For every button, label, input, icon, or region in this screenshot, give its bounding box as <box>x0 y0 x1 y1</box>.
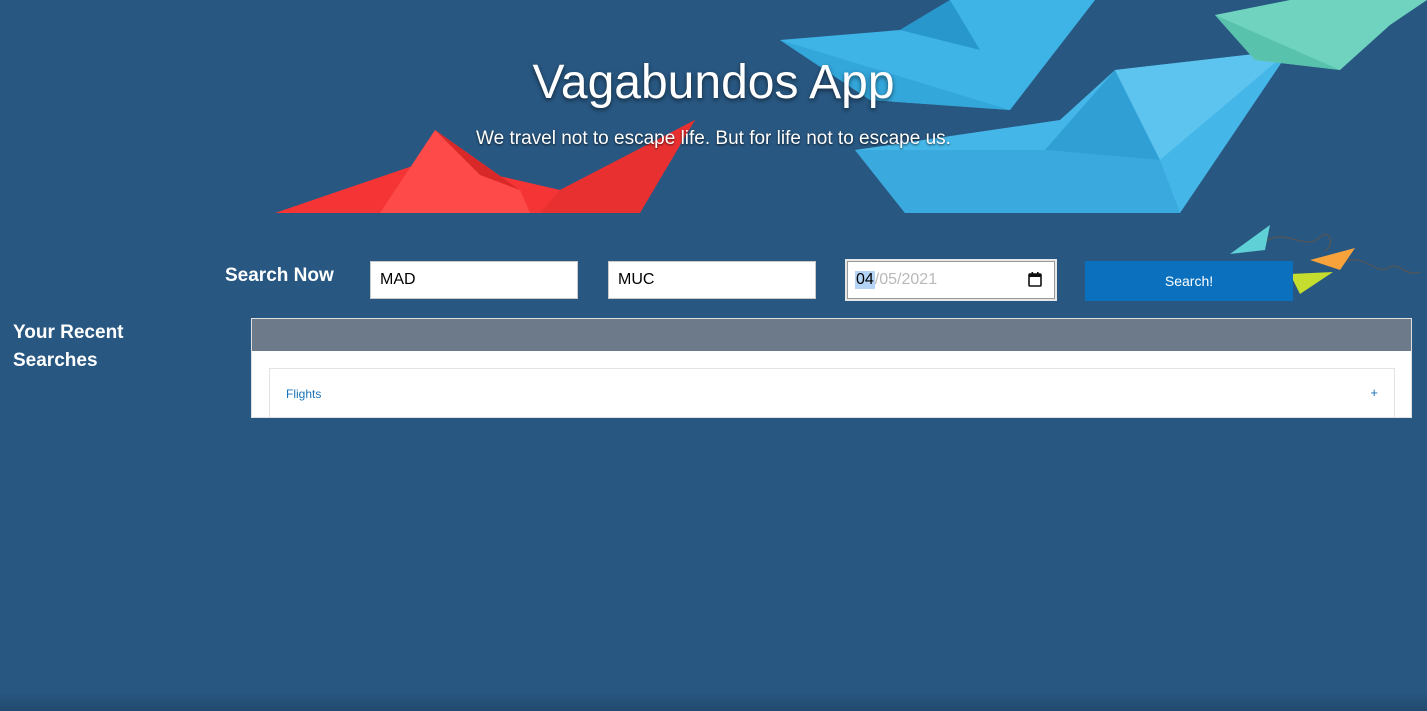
expand-icon[interactable]: + <box>1370 385 1378 400</box>
panel-header <box>252 319 1411 351</box>
date-month-segment[interactable]: 04 <box>855 271 875 289</box>
accordion-item-flights[interactable]: Flights + <box>269 368 1395 417</box>
origin-input[interactable] <box>370 261 578 299</box>
departure-date-input[interactable]: 04/05/2021 <box>847 261 1055 299</box>
date-day-segment[interactable]: 05 <box>879 271 897 289</box>
paper-boats-illustration <box>275 0 1427 213</box>
search-button[interactable]: Search! <box>1085 261 1293 301</box>
recent-searches-panel: Flights + <box>251 318 1412 418</box>
calendar-icon[interactable] <box>1028 272 1042 287</box>
accordion-label[interactable]: Flights <box>286 387 321 401</box>
destination-input[interactable] <box>608 261 816 299</box>
recent-searches-heading: Your Recent Searches <box>13 322 124 371</box>
app-tagline: We travel not to escape life. But for li… <box>476 128 951 149</box>
search-now-label: Search Now <box>225 265 334 286</box>
date-year-segment[interactable]: 2021 <box>902 271 938 289</box>
bottom-shade <box>0 691 1427 711</box>
app-page: Vagabundos App We travel not to escape l… <box>0 0 1427 711</box>
app-title: Vagabundos App <box>532 56 895 109</box>
